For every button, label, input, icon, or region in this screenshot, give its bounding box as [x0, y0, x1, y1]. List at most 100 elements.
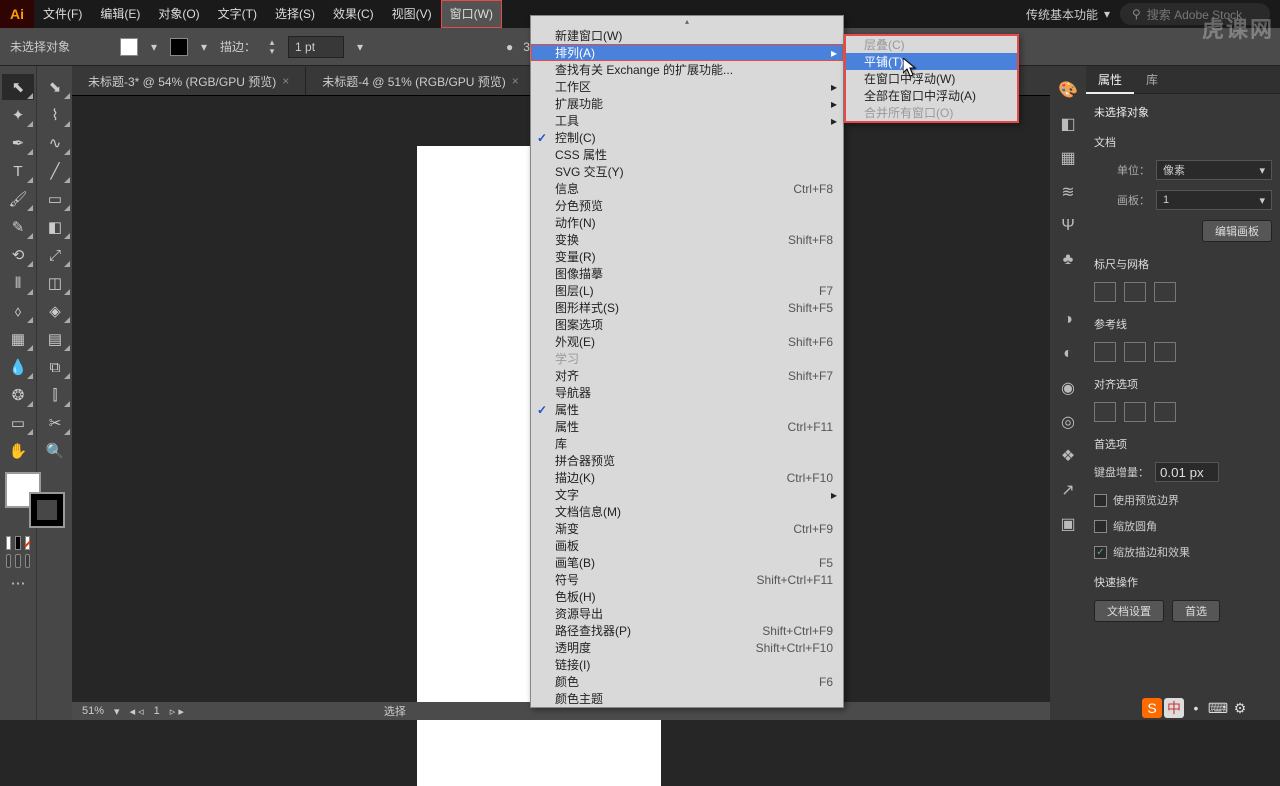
- menu-item[interactable]: 变量(R): [531, 248, 843, 265]
- keyboard-increment-input[interactable]: [1155, 462, 1219, 482]
- menu-文字T[interactable]: 文字(T): [209, 0, 266, 28]
- menu-item[interactable]: 属性Ctrl+F11: [531, 418, 843, 435]
- close-icon[interactable]: ×: [512, 74, 519, 88]
- menu-item[interactable]: 分色预览: [531, 197, 843, 214]
- menu-item[interactable]: 色板(H): [531, 588, 843, 605]
- menu-item[interactable]: 对齐Shift+F7: [531, 367, 843, 384]
- submenu-item[interactable]: 全部在窗口中浮动(A): [846, 87, 1017, 104]
- gradient-mode-icon[interactable]: [15, 536, 20, 550]
- workspace-selector[interactable]: 传统基本功能▾: [1026, 6, 1110, 23]
- menu-item[interactable]: 导航器: [531, 384, 843, 401]
- pencil-tool[interactable]: ✎: [2, 214, 34, 240]
- stroke-panel-icon[interactable]: ♣: [1056, 248, 1080, 272]
- menu-item[interactable]: 排列(A)▸: [531, 44, 843, 61]
- doc-setup-button[interactable]: 文档设置: [1094, 600, 1164, 622]
- asset-export-icon[interactable]: ↗: [1056, 478, 1080, 502]
- preferences-button[interactable]: 首选: [1172, 600, 1220, 622]
- stroke-weight-input[interactable]: 1 pt: [288, 36, 344, 58]
- eraser-tool[interactable]: ◧: [39, 214, 71, 240]
- ime-lang-icon[interactable]: 中: [1164, 698, 1184, 718]
- menu-item[interactable]: 符号Shift+Ctrl+F11: [531, 571, 843, 588]
- menu-item[interactable]: 图像描摹: [531, 265, 843, 282]
- menu-item[interactable]: 信息Ctrl+F8: [531, 180, 843, 197]
- wand-tool[interactable]: ✦: [2, 102, 34, 128]
- hand-tool[interactable]: ✋: [2, 438, 34, 464]
- menu-编辑E[interactable]: 编辑(E): [91, 0, 149, 28]
- perspective-tool[interactable]: ◈: [39, 298, 71, 324]
- close-icon[interactable]: ×: [282, 74, 289, 88]
- tab-library[interactable]: 库: [1134, 66, 1170, 94]
- checkbox-preview-bounds[interactable]: [1094, 494, 1107, 507]
- submenu-item[interactable]: 平铺(T): [846, 53, 1017, 70]
- screen-mode-1[interactable]: [6, 554, 11, 568]
- menu-item[interactable]: 库: [531, 435, 843, 452]
- menu-item[interactable]: 图案选项: [531, 316, 843, 333]
- menu-item[interactable]: 文档信息(M): [531, 503, 843, 520]
- free-transform-tool[interactable]: ◫: [39, 270, 71, 296]
- eyedropper-tool[interactable]: 💧: [2, 354, 34, 380]
- graphic-styles-icon[interactable]: ◎: [1056, 410, 1080, 434]
- menu-item[interactable]: 透明度Shift+Ctrl+F10: [531, 639, 843, 656]
- swatches-icon[interactable]: ▦: [1056, 146, 1080, 170]
- edit-artboard-button[interactable]: 编辑画板: [1202, 220, 1272, 242]
- unit-select[interactable]: 像素▾: [1156, 160, 1272, 180]
- shape-builder-tool[interactable]: ⬨: [2, 298, 34, 324]
- menu-item[interactable]: 查找有关 Exchange 的扩展功能...: [531, 61, 843, 78]
- menu-item[interactable]: 资源导出: [531, 605, 843, 622]
- direct-selection-tool[interactable]: ⬊: [39, 74, 71, 100]
- symbols-icon[interactable]: Ψ: [1056, 214, 1080, 238]
- menu-item[interactable]: 工作区▸: [531, 78, 843, 95]
- menu-item[interactable]: 颜色主题: [531, 690, 843, 707]
- edit-toolbar-icon[interactable]: ⋯: [2, 570, 34, 596]
- ruler-icon[interactable]: [1094, 282, 1116, 302]
- menu-item[interactable]: 路径查找器(P)Shift+Ctrl+F9: [531, 622, 843, 639]
- menu-item[interactable]: 工具▸: [531, 112, 843, 129]
- menu-item[interactable]: 颜色F6: [531, 673, 843, 690]
- menu-item[interactable]: SVG 交互(Y): [531, 163, 843, 180]
- menu-item[interactable]: 文字▸: [531, 486, 843, 503]
- snap-icon-3[interactable]: [1154, 402, 1176, 422]
- rotate-tool[interactable]: ⟲: [2, 242, 34, 268]
- artboard-select[interactable]: 1▾: [1156, 190, 1272, 210]
- color-panel-icon[interactable]: 🎨: [1056, 78, 1080, 102]
- menu-item[interactable]: 渐变Ctrl+F9: [531, 520, 843, 537]
- transparency-grid-icon[interactable]: [1154, 282, 1176, 302]
- mesh-tool[interactable]: ▦: [2, 326, 34, 352]
- slice-tool[interactable]: ✂: [39, 410, 71, 436]
- menu-item[interactable]: 拼合器预览: [531, 452, 843, 469]
- menu-item[interactable]: 图层(L)F7: [531, 282, 843, 299]
- fill-swatch[interactable]: [120, 38, 138, 56]
- menu-文件F[interactable]: 文件(F): [34, 0, 91, 28]
- rectangle-tool[interactable]: ▭: [39, 186, 71, 212]
- snap-icon-1[interactable]: [1094, 402, 1116, 422]
- menu-item[interactable]: 画笔(B)F5: [531, 554, 843, 571]
- fill-stroke-indicator[interactable]: [5, 472, 65, 528]
- scale-tool[interactable]: ⤢: [39, 242, 71, 268]
- artboard-tool[interactable]: ▭: [2, 410, 34, 436]
- menu-item[interactable]: 变换Shift+F8: [531, 231, 843, 248]
- menu-item[interactable]: 扩展功能▸: [531, 95, 843, 112]
- graph-tool[interactable]: ⫿: [39, 382, 71, 408]
- lasso-tool[interactable]: ⌇: [39, 102, 71, 128]
- snap-icon-2[interactable]: [1124, 402, 1146, 422]
- menu-窗口W[interactable]: 窗口(W): [441, 0, 502, 28]
- layers-icon[interactable]: ❖: [1056, 444, 1080, 468]
- menu-item[interactable]: 动作(N): [531, 214, 843, 231]
- document-tab[interactable]: 未标题-3* @ 54% (RGB/GPU 预览)×: [72, 67, 306, 95]
- menu-item[interactable]: ✓属性: [531, 401, 843, 418]
- none-mode-icon[interactable]: [25, 536, 30, 550]
- brush-tool[interactable]: 🖌: [2, 186, 34, 212]
- menu-对象O[interactable]: 对象(O): [149, 0, 208, 28]
- checkbox-scale-strokes[interactable]: ✓: [1094, 546, 1107, 559]
- chevron-down-icon[interactable]: ▾: [198, 36, 210, 58]
- blend-tool[interactable]: ⧉: [39, 354, 71, 380]
- ime-punct-icon[interactable]: •: [1186, 698, 1206, 718]
- gradient-tool[interactable]: ▤: [39, 326, 71, 352]
- sogou-icon[interactable]: S: [1142, 698, 1162, 718]
- transparency-icon[interactable]: ◐: [1056, 342, 1080, 366]
- line-tool[interactable]: ╱: [39, 158, 71, 184]
- menu-选择S[interactable]: 选择(S): [266, 0, 324, 28]
- guide-icon-1[interactable]: [1094, 342, 1116, 362]
- width-tool[interactable]: ⫴: [2, 270, 34, 296]
- menu-item[interactable]: 图形样式(S)Shift+F5: [531, 299, 843, 316]
